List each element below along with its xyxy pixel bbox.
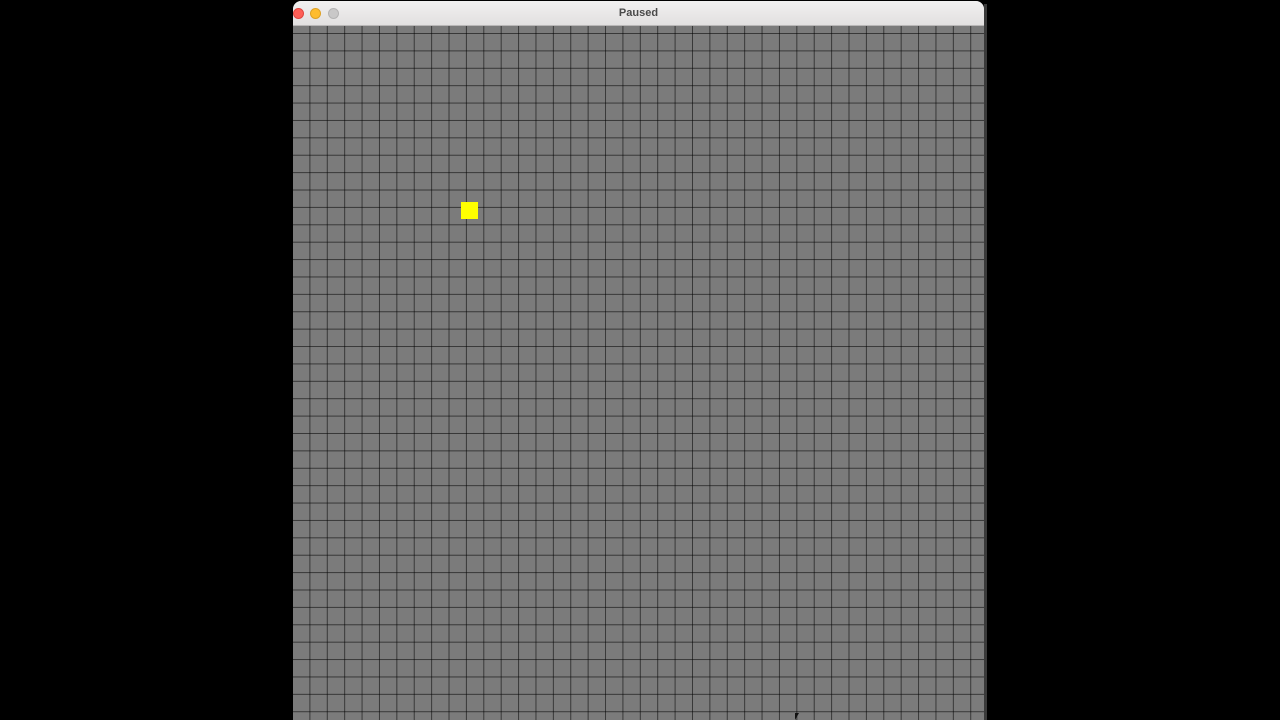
live-cell[interactable] <box>461 202 478 219</box>
mouse-cursor-icon <box>795 713 803 720</box>
window-shadow-edge <box>984 4 987 720</box>
game-grid[interactable] <box>293 26 984 720</box>
title-bar[interactable]: Paused <box>293 1 984 26</box>
game-window: Paused <box>293 1 984 720</box>
window-title: Paused <box>618 7 659 19</box>
